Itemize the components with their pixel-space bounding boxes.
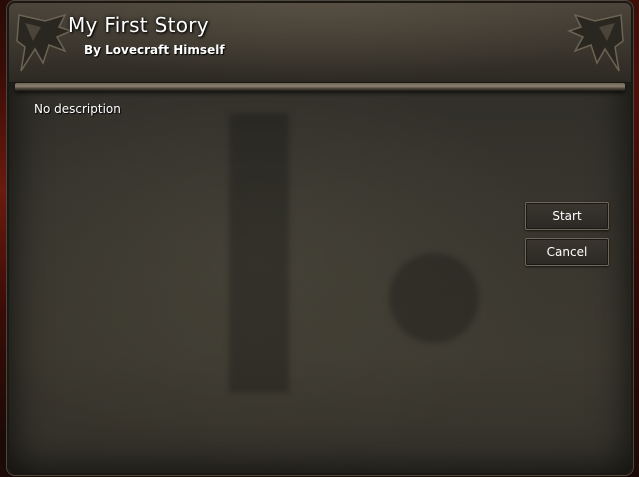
app-background: My First Story By Lovecraft Himself No d…: [0, 0, 639, 477]
bat-wing-ornament-icon: [566, 13, 624, 72]
story-title: My First Story: [68, 13, 209, 37]
texture-stain: [229, 113, 289, 393]
header-divider: [15, 83, 625, 91]
dialog-header: My First Story By Lovecraft Himself: [9, 3, 631, 83]
bat-wing-ornament-icon: [16, 13, 74, 72]
start-button[interactable]: Start: [525, 202, 609, 230]
cancel-button[interactable]: Cancel: [525, 238, 609, 266]
story-dialog: My First Story By Lovecraft Himself No d…: [9, 3, 631, 473]
texture-stain: [389, 253, 479, 343]
story-author: By Lovecraft Himself: [84, 43, 225, 57]
story-description: No description: [34, 102, 121, 116]
